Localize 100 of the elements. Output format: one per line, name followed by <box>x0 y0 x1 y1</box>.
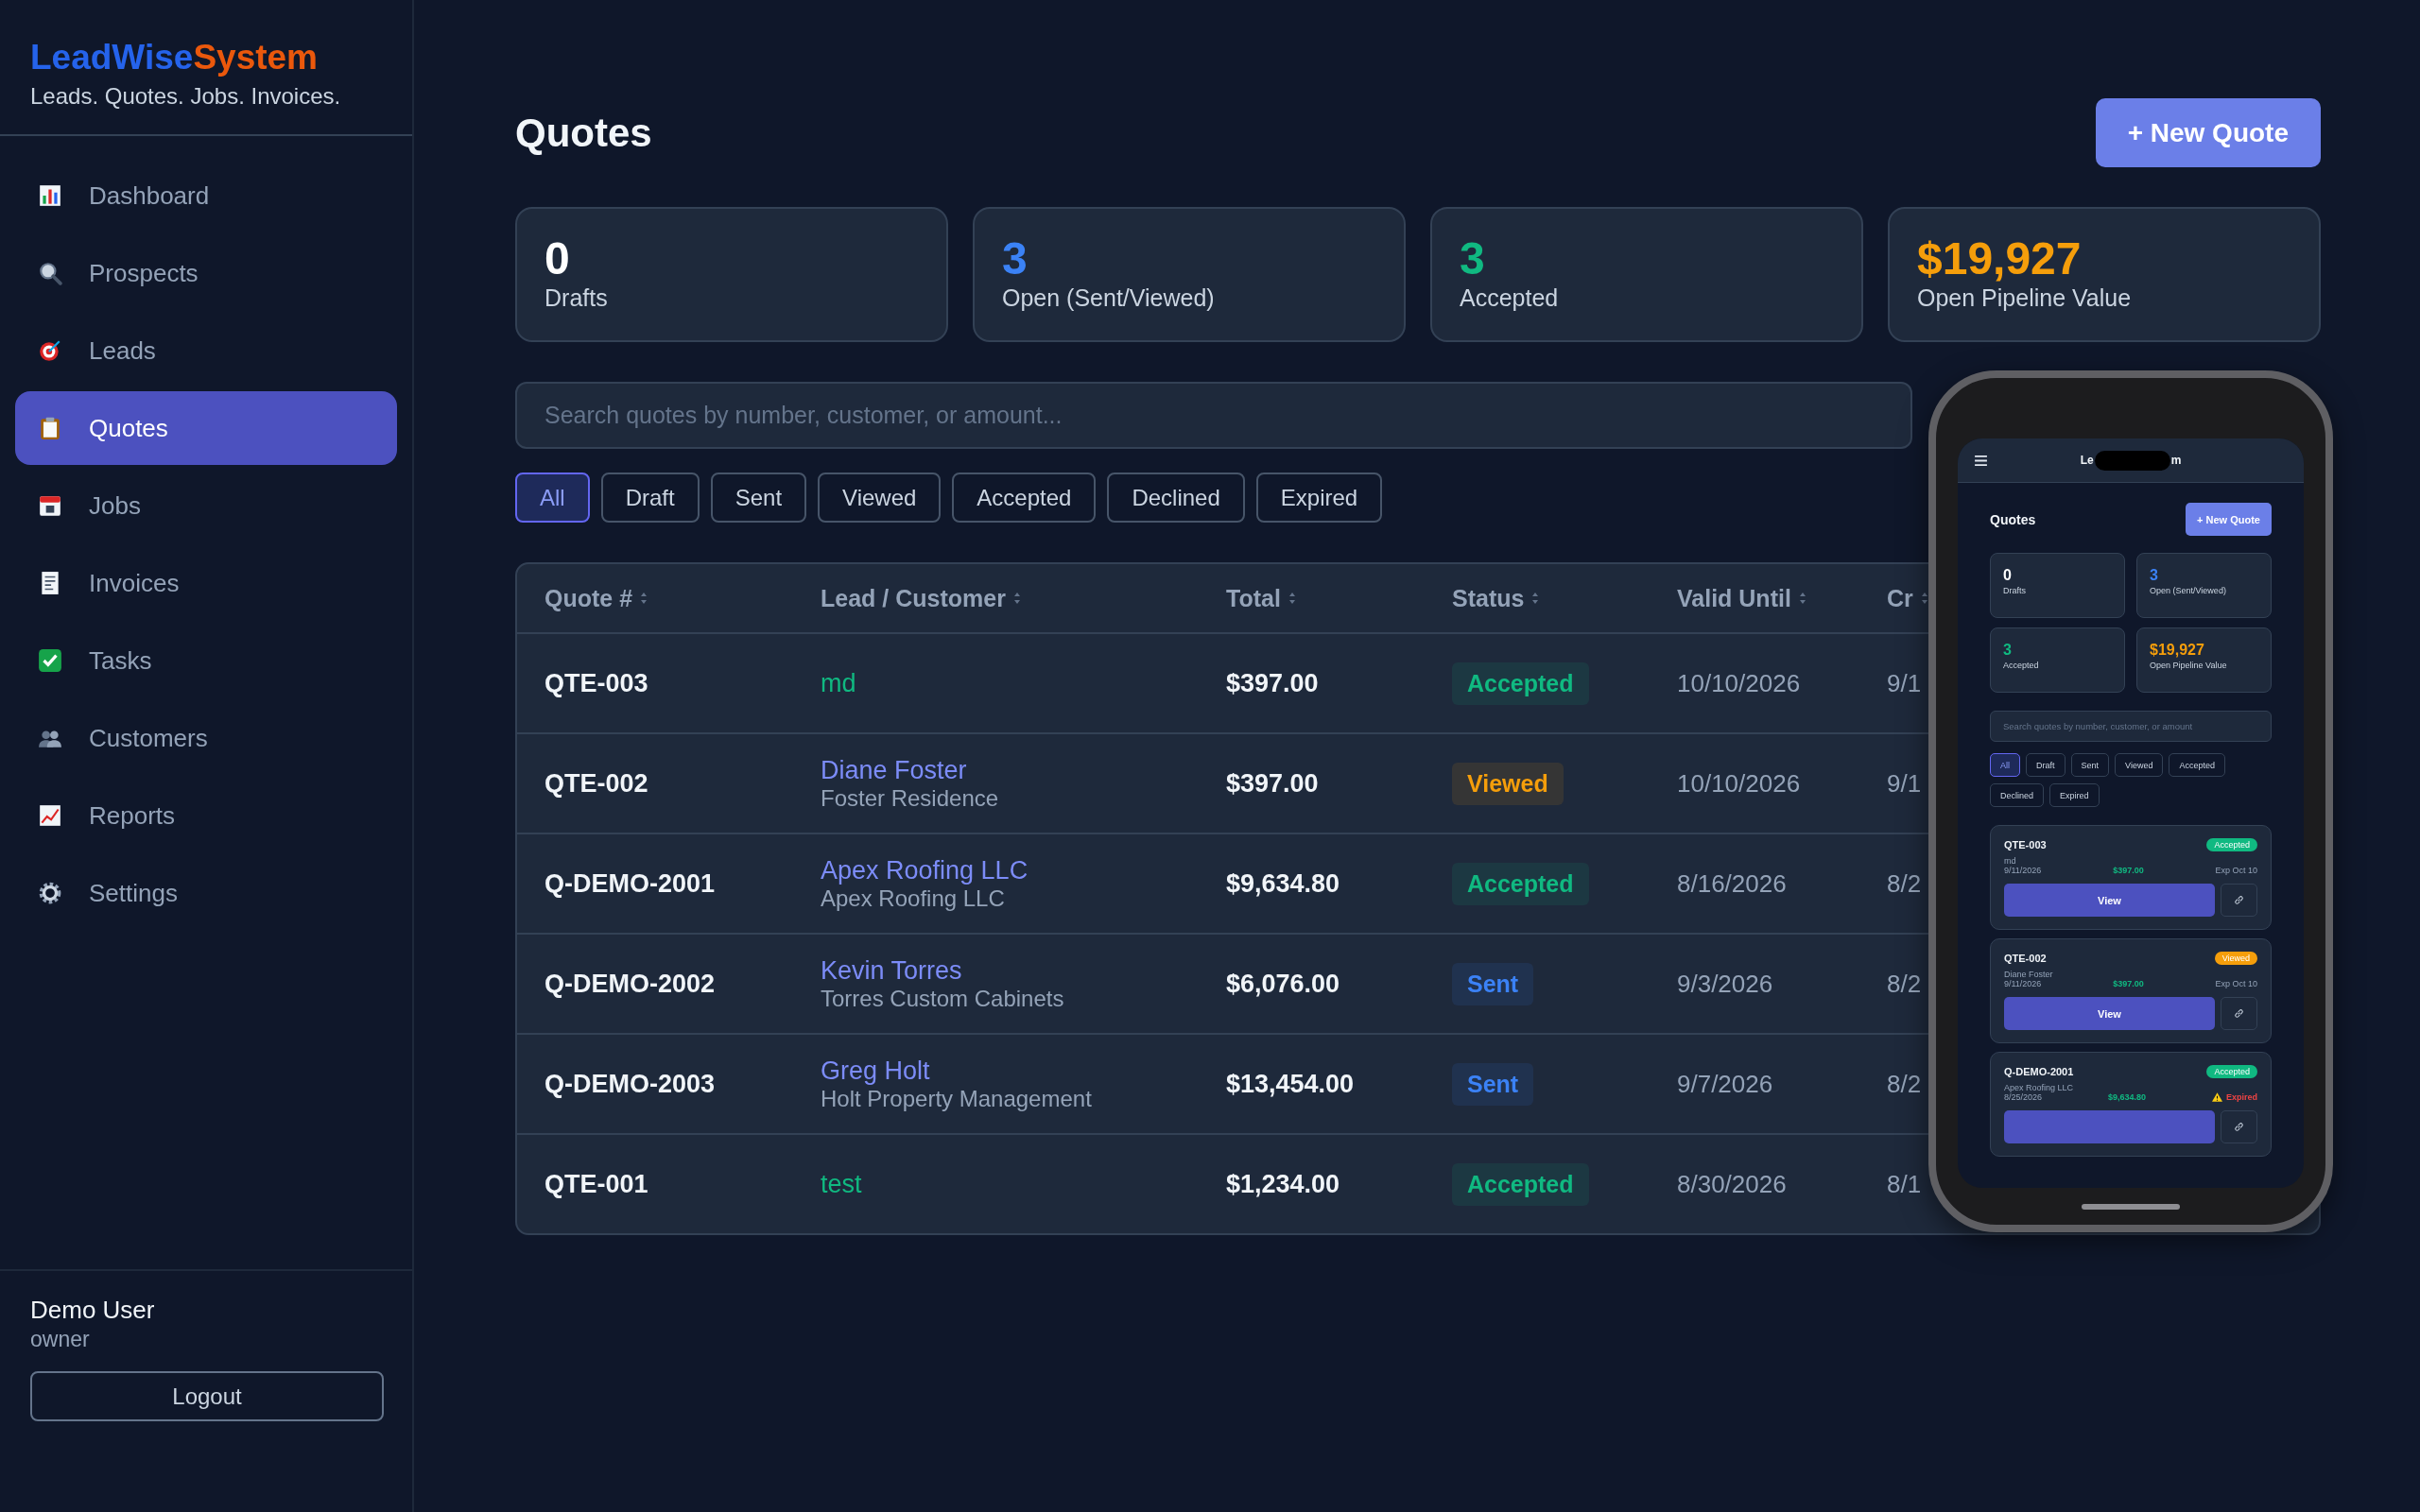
quote-number[interactable]: Q-DEMO-2002 <box>544 969 716 999</box>
filter-chip[interactable]: Draft <box>600 472 700 523</box>
customer-link[interactable]: Greg Holt <box>821 1056 930 1086</box>
column-header[interactable]: Valid Until <box>1677 584 1791 612</box>
column-header[interactable]: Lead / Customer <box>821 584 1006 612</box>
nav-item[interactable]: Tasks <box>15 624 397 697</box>
search-field[interactable]: Search quotes by number, customer, or amount... <box>515 382 1912 449</box>
status-badge: Accepted <box>1452 1162 1589 1206</box>
filter-chip[interactable]: Expired <box>2049 783 2100 807</box>
filter-chip[interactable]: All <box>1990 753 2020 777</box>
tagline: Leads. Quotes. Jobs. Invoices. <box>30 83 342 110</box>
filter-chip[interactable]: All <box>515 472 590 523</box>
stat-label: Open (Sent/Viewed) <box>1002 284 1216 312</box>
status-badge: Viewed <box>1452 762 1564 805</box>
quote-number[interactable]: QTE-003 <box>544 668 648 698</box>
nav-item[interactable]: Jobs <box>15 469 397 542</box>
quote-amount: $397.00 <box>2113 979 2144 988</box>
sort-icon[interactable] <box>1798 592 1806 605</box>
table-cell: 8/2 <box>1887 868 1922 899</box>
line-chart-icon <box>38 803 62 828</box>
sort-icon[interactable] <box>1288 592 1296 605</box>
stat-value: 0 <box>544 235 571 283</box>
quote-card[interactable]: QTE-002 Viewed Diane Foster 9/11/2026 $397.00 Exp Oct 10 View <box>1990 938 2272 1043</box>
filter-chip[interactable]: Draft <box>2026 753 2066 777</box>
link-button[interactable] <box>2221 997 2257 1030</box>
user-name: Demo User <box>30 1296 156 1325</box>
table-cell: 9/1 <box>1887 768 1922 799</box>
quote-card[interactable]: QTE-003 Accepted md 9/11/2026 $397.00 Exp Oct 10 View <box>1990 825 2272 930</box>
search-field[interactable]: Search quotes by number, customer, or amount <box>1990 711 2272 742</box>
column-header[interactable]: Total <box>1226 584 1281 612</box>
sort-icon[interactable] <box>1012 592 1021 605</box>
sort-icon[interactable] <box>1531 592 1540 605</box>
bar-chart-icon <box>38 183 62 208</box>
nav-item[interactable]: Reports <box>15 779 397 852</box>
app-title: Le <box>2080 454 2094 467</box>
customer-link[interactable]: Apex Roofing LLC <box>821 855 1028 885</box>
quote-date: 9/11/2026 <box>2004 866 2042 875</box>
new-quote-button[interactable]: + New Quote <box>2095 98 2321 167</box>
filter-chip[interactable]: Viewed <box>818 472 942 523</box>
page-title: Quotes <box>1990 511 2036 527</box>
nav-item[interactable]: Leads <box>15 314 397 387</box>
table-cell: 9/1 <box>1887 668 1922 698</box>
quote-number[interactable]: QTE-002 <box>544 768 648 799</box>
quote-number[interactable]: Q-DEMO-2003 <box>544 1069 716 1099</box>
filter-chip[interactable]: Expired <box>1255 472 1383 523</box>
filter-chip[interactable]: Sent <box>710 472 807 523</box>
quote-date: 8/25/2026 <box>2004 1092 2043 1102</box>
link-button[interactable] <box>2221 1110 2257 1143</box>
target-icon <box>38 338 62 363</box>
stat-value: 3 <box>2003 642 2013 659</box>
new-quote-button[interactable]: + New Quote <box>2186 503 2272 536</box>
customer-name: Apex Roofing LLC <box>2004 1083 2075 1092</box>
column-header[interactable]: Cr <box>1887 584 1913 612</box>
quote-number: QTE-003 <box>2004 839 2047 850</box>
customer-link[interactable]: Diane Foster <box>821 755 967 785</box>
quote-number[interactable]: Q-DEMO-2001 <box>544 868 716 899</box>
view-button[interactable]: View <box>2004 997 2215 1030</box>
status-badge: Sent <box>1452 1062 1534 1106</box>
link-icon <box>2233 1007 2245 1020</box>
nav-item[interactable]: Customers <box>15 701 397 775</box>
nav-item[interactable]: Invoices <box>15 546 397 620</box>
menu-icon[interactable] <box>1975 455 1987 466</box>
customer-link[interactable]: md <box>821 668 856 698</box>
total-amount: $397.00 <box>1226 668 1319 698</box>
customer-link[interactable]: Kevin Torres <box>821 955 962 986</box>
table-cell: 8/1 <box>1887 1169 1922 1199</box>
page-title: Quotes <box>515 110 652 156</box>
nav-item[interactable]: Quotes <box>15 391 397 465</box>
filter-chip[interactable]: Accepted <box>952 472 1097 523</box>
column-header[interactable]: Quote # <box>544 584 633 612</box>
customer-link[interactable]: test <box>821 1169 862 1199</box>
link-icon <box>2233 1121 2245 1133</box>
total-amount: $6,076.00 <box>1226 969 1340 999</box>
customer-name: md <box>2004 856 2017 866</box>
company-name: Holt Property Management <box>821 1085 1092 1112</box>
quote-card[interactable]: Q-DEMO-2001 Accepted Apex Roofing LLC 8/25/2026 $9,634.80 Expired <box>1990 1052 2272 1157</box>
stat-label: Drafts <box>2003 586 2027 595</box>
logo: LeadWiseSystem <box>30 37 320 78</box>
status-badge: Accepted <box>1452 662 1589 705</box>
filter-chip[interactable]: Declined <box>1990 783 2045 807</box>
filter-chip[interactable]: Sent <box>2070 753 2110 777</box>
filter-chip[interactable]: Accepted <box>2169 753 2225 777</box>
sort-icon[interactable] <box>640 592 648 605</box>
user-role: owner <box>30 1327 91 1352</box>
filter-chip[interactable]: Viewed <box>2115 753 2164 777</box>
quote-number[interactable]: QTE-001 <box>544 1169 648 1199</box>
link-button[interactable] <box>2221 884 2257 917</box>
logout-button[interactable]: Logout <box>30 1371 384 1421</box>
nav-item[interactable]: Prospects <box>15 236 397 310</box>
calendar-icon <box>38 493 62 518</box>
valid-until-date: 10/10/2026 <box>1677 768 1801 799</box>
nav-item[interactable]: Dashboard <box>15 159 397 232</box>
stat-value: 3 <box>2150 567 2159 584</box>
nav-item[interactable]: Settings <box>15 856 397 930</box>
valid-until-date: 9/3/2026 <box>1677 969 1773 999</box>
view-button[interactable]: View <box>2004 884 2215 917</box>
column-header[interactable]: Status <box>1452 584 1525 612</box>
stat-label: Open Pipeline Value <box>1917 284 2133 312</box>
filter-chip[interactable]: Declined <box>1107 472 1245 523</box>
company-name: Apex Roofing LLC <box>821 885 1005 912</box>
